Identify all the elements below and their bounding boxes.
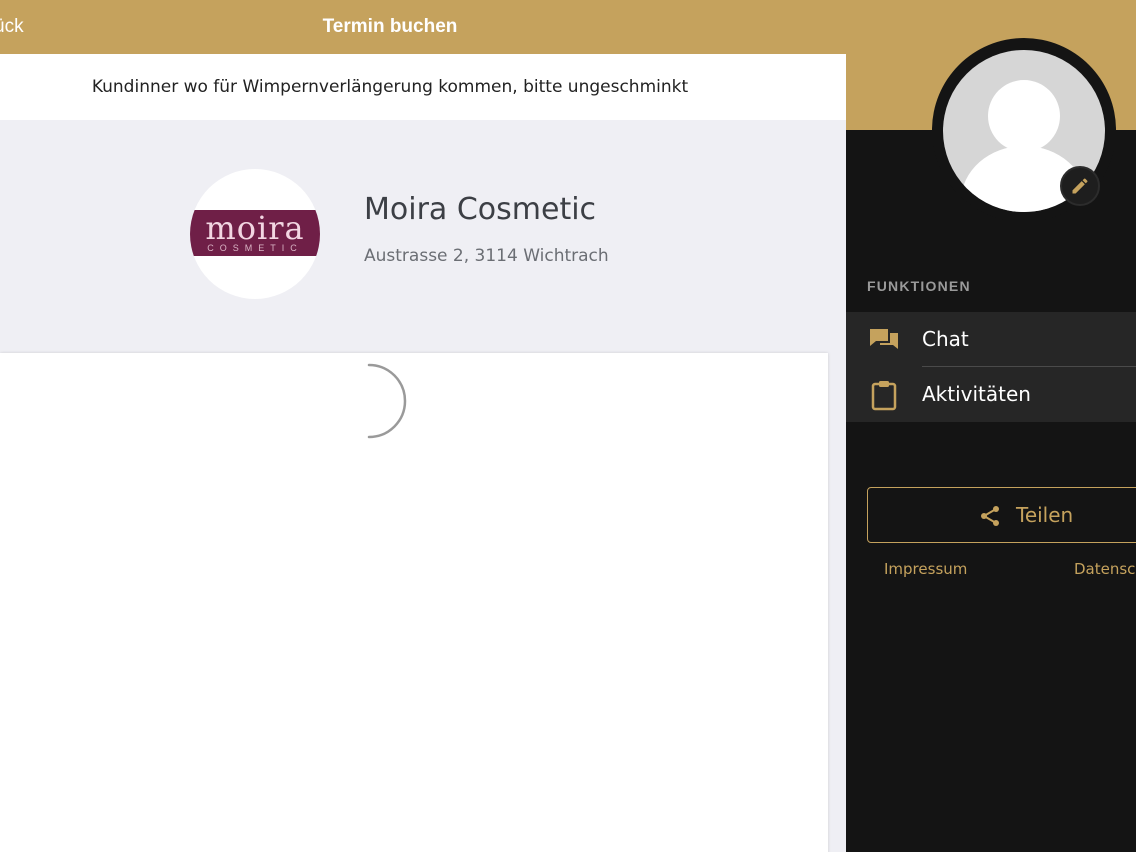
salon-address: Austrasse 2, 3114 Wichtrach [364, 246, 609, 266]
booking-card [0, 353, 828, 852]
notice-text: Kundinner wo für Wimpernverlängerung kom… [91, 77, 689, 97]
menu-item-chat[interactable]: Chat [846, 312, 1136, 367]
menu-item-label: Chat [922, 327, 969, 351]
logo-subtitle: COSMETIC [207, 243, 303, 253]
main-panel: ück Termin buchen Kundinner wo für Wimpe… [0, 0, 846, 852]
salon-name: Moira Cosmetic [364, 192, 597, 227]
avatar-head [988, 80, 1060, 152]
side-menu: FUNKTIONEN Chat Aktivitäten Teilen Impre… [846, 0, 1136, 852]
pencil-icon [1072, 178, 1088, 194]
edit-avatar-button[interactable] [1060, 166, 1100, 206]
share-icon [981, 506, 999, 526]
page-title: Termin buchen [322, 16, 458, 37]
share-button[interactable]: Teilen [867, 487, 1136, 543]
chat-icon [870, 329, 898, 349]
section-label-funktionen: FUNKTIONEN [867, 278, 971, 294]
logo-wordmark: moira [205, 209, 305, 247]
datenschutz-link[interactable]: Datensch [1074, 560, 1136, 578]
salon-logo: moira COSMETIC [190, 169, 320, 299]
clipboard-icon [871, 381, 897, 411]
notice-banner: Kundinner wo für Wimpernverlängerung kom… [0, 54, 846, 120]
impressum-link[interactable]: Impressum [884, 560, 967, 578]
menu-item-label: Aktivitäten [922, 382, 1031, 406]
spinner-icon [367, 363, 407, 439]
top-bar: ück Termin buchen [0, 0, 846, 54]
share-label: Teilen [1016, 503, 1074, 527]
menu-item-aktivitaeten[interactable]: Aktivitäten [846, 367, 1136, 422]
